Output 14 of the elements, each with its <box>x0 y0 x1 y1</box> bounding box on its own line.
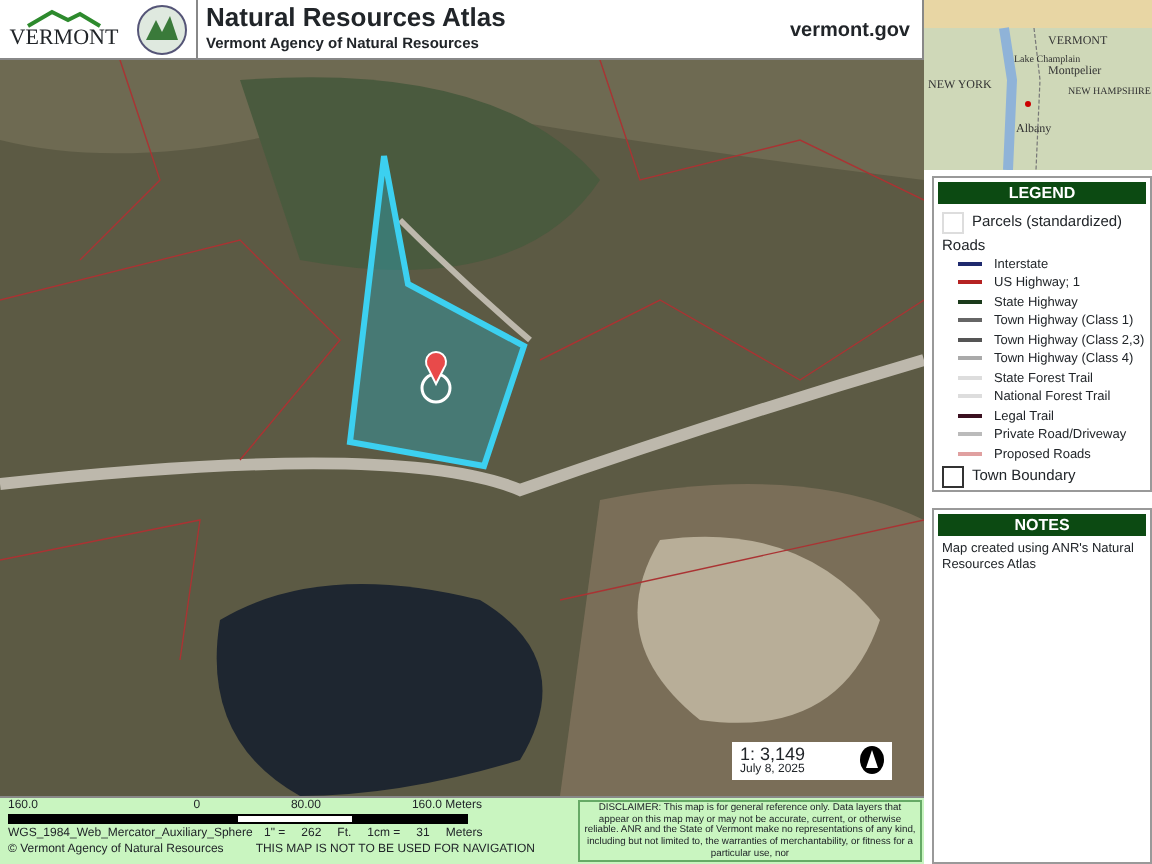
driveway <box>397 217 532 343</box>
page-title: Natural Resources Atlas <box>206 3 508 33</box>
location-dot-icon <box>1025 101 1031 107</box>
logo-text: VERMONT <box>9 28 119 50</box>
seal-icon <box>136 3 188 55</box>
legend-swatch <box>942 465 964 488</box>
location-pin-icon <box>420 351 452 404</box>
legend-swatch <box>942 211 964 234</box>
notes-title: NOTES <box>938 513 1146 536</box>
mountain-logo-icon <box>24 8 104 28</box>
legend-title: LEGEND <box>938 182 1146 204</box>
north-arrow-icon <box>860 746 884 775</box>
site-link[interactable]: vermont.gov <box>789 16 910 47</box>
map-scale: 1: 3,149 <box>740 743 806 764</box>
